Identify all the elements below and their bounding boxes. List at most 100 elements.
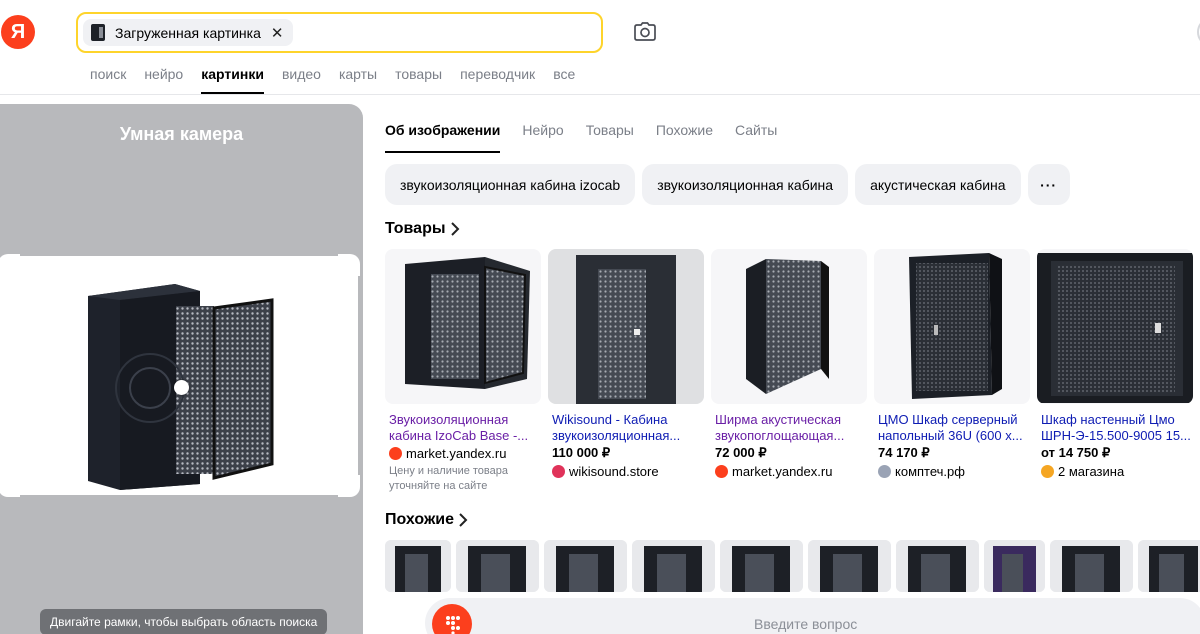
product-price: 72 000 ₽	[715, 445, 767, 460]
product-title[interactable]: Звукоизоляционная кабина IzoCab Base -..…	[385, 412, 541, 444]
query-suggestion-pill[interactable]: звукоизоляционная кабина izocab	[385, 164, 636, 205]
similar-image[interactable]	[1050, 540, 1133, 592]
similar-image[interactable]	[896, 540, 979, 592]
result-tab[interactable]: Нейро	[522, 120, 563, 153]
shop-name: комптеч.рф	[895, 463, 965, 479]
crop-handle-top-right[interactable]	[338, 254, 360, 276]
similar-images-strip	[385, 540, 1200, 592]
service-tab[interactable]: поиск	[90, 64, 126, 94]
service-tab[interactable]: все	[553, 64, 575, 94]
shop-name: 2 магазина	[1058, 463, 1125, 479]
booth-image	[88, 284, 274, 490]
product-image-art	[405, 257, 530, 389]
shop-favicon-icon	[389, 446, 402, 460]
alice-icon-svg	[446, 616, 460, 634]
product-shop[interactable]: wikisound.store	[548, 462, 704, 480]
yandex-logo[interactable]: Я	[1, 15, 35, 49]
similar-image-art	[720, 540, 803, 592]
result-tab[interactable]: Об изображении	[385, 120, 501, 153]
similar-image[interactable]	[984, 540, 1045, 592]
camera-icon-svg	[634, 22, 656, 41]
similar-image-art	[456, 540, 539, 592]
shop-name: market.yandex.ru	[406, 445, 507, 461]
product-title[interactable]: Шкаф настенный Цмо ШРН-Э-15.500-9005 15.…	[1037, 412, 1193, 444]
query-suggestion-pill[interactable]: акустическая кабина	[855, 164, 1021, 205]
crop-hint: Двигайте рамки, чтобы выбрать область по…	[40, 609, 328, 634]
ask-placeholder: Введите вопрос	[754, 616, 858, 632]
result-tabs: Об изображении Нейро Товары Похожие Сайты	[385, 120, 799, 153]
product-price: от 14 750 ₽	[1041, 445, 1111, 460]
product-card[interactable]: Звукоизоляционная кабина IzoCab Base -..…	[385, 249, 541, 494]
crop-area[interactable]	[0, 254, 360, 497]
camera-icon[interactable]	[632, 19, 658, 45]
smart-camera-title: Умная камера	[119, 124, 244, 144]
query-suggestions: звукоизоляционная кабина izocab звукоизол…	[385, 164, 1070, 205]
shop-favicon-icon	[715, 464, 728, 478]
product-shop[interactable]: 2 магазина	[1037, 462, 1193, 480]
product-image[interactable]	[711, 249, 867, 404]
similar-image[interactable]	[544, 540, 627, 592]
service-tabs: поиск нейро картинки видео карты товары перево…	[90, 64, 593, 94]
product-image-art	[548, 249, 704, 404]
result-tab[interactable]: Сайты	[735, 120, 777, 153]
close-icon[interactable]: ✕	[271, 24, 284, 42]
similar-image-art	[385, 540, 451, 592]
service-tab[interactable]: карты	[339, 64, 377, 94]
product-shop[interactable]: market.yandex.ru	[385, 444, 541, 462]
product-card[interactable]: Шкаф настенный Цмо ШРН-Э-15.500-9005 15.…	[1037, 249, 1193, 480]
service-tab[interactable]: видео	[282, 64, 321, 94]
product-image-art	[746, 259, 829, 394]
shop-name: wikisound.store	[569, 463, 659, 479]
crop-handle-bottom-left[interactable]	[0, 475, 20, 497]
result-tab[interactable]: Похожие	[656, 120, 713, 153]
product-image[interactable]	[1037, 249, 1193, 404]
product-title[interactable]: Ширма акустическая звукопоглощающая...	[711, 412, 867, 444]
product-image[interactable]	[548, 249, 704, 404]
similar-image[interactable]	[808, 540, 891, 592]
product-shop[interactable]: комптеч.рф	[874, 462, 1030, 480]
similar-image[interactable]	[720, 540, 803, 592]
similar-section-title[interactable]: Похожие	[385, 511, 468, 529]
product-card[interactable]: Wikisound - Кабина звукоизоляционная... 1…	[548, 249, 704, 480]
product-image-art	[1037, 253, 1193, 403]
crop-handle-top-left[interactable]	[0, 254, 20, 276]
product-image[interactable]	[385, 249, 541, 404]
product-card[interactable]: ЦМО Шкаф серверный напольный 36U (600 x.…	[874, 249, 1030, 480]
logo-letter: Я	[10, 20, 26, 43]
more-suggestions-button[interactable]: ···	[1027, 164, 1070, 205]
goods-section-title[interactable]: Товары	[385, 220, 460, 238]
uploaded-image-chip[interactable]: Загруженная картинка ✕	[83, 19, 294, 46]
similar-image-art	[544, 540, 627, 592]
crop-handle-bottom-right[interactable]	[338, 475, 360, 497]
chevron-right-icon	[450, 222, 459, 236]
similar-image-art	[1050, 540, 1133, 592]
goods-carousel: Звукоизоляционная кабина IzoCab Base -..…	[385, 249, 1200, 499]
product-image[interactable]	[874, 249, 1030, 404]
product-shop[interactable]: market.yandex.ru	[711, 462, 867, 480]
product-title[interactable]: Wikisound - Кабина звукоизоляционная...	[548, 412, 704, 444]
search-box[interactable]: Загруженная картинка ✕	[76, 12, 603, 53]
service-tab[interactable]: товары	[395, 64, 442, 94]
product-card[interactable]: Ширма акустическая звукопоглощающая... 72…	[711, 249, 867, 480]
shop-name: market.yandex.ru	[732, 463, 833, 479]
similar-image[interactable]	[385, 540, 451, 592]
shop-favicon-icon	[1041, 464, 1054, 478]
result-tab[interactable]: Товары	[586, 120, 634, 153]
product-price: 74 170 ₽	[878, 445, 930, 460]
service-tab[interactable]: картинки	[201, 64, 264, 94]
service-tab[interactable]: переводчик	[460, 64, 535, 94]
query-suggestion-pill[interactable]: звукоизоляционная кабина	[642, 164, 849, 205]
product-title[interactable]: ЦМО Шкаф серверный напольный 36U (600 x.…	[874, 412, 1030, 444]
object-marker[interactable]	[174, 380, 189, 395]
service-tab[interactable]: нейро	[144, 64, 183, 94]
shop-favicon-icon	[878, 464, 891, 478]
similar-image[interactable]	[1138, 540, 1200, 592]
smart-camera-panel: Умная камера Двигайте рамки, чтобы выбра…	[0, 104, 363, 634]
page: Я Загруженная картинка ✕ поиск нейро карти…	[0, 0, 1200, 634]
uploaded-image-thumbnail	[91, 24, 105, 41]
product-price: 110 000 ₽	[552, 445, 611, 460]
product-image-art	[909, 253, 1002, 399]
similar-image[interactable]	[632, 540, 715, 592]
similar-image[interactable]	[456, 540, 539, 592]
shop-favicon-icon	[552, 464, 565, 478]
